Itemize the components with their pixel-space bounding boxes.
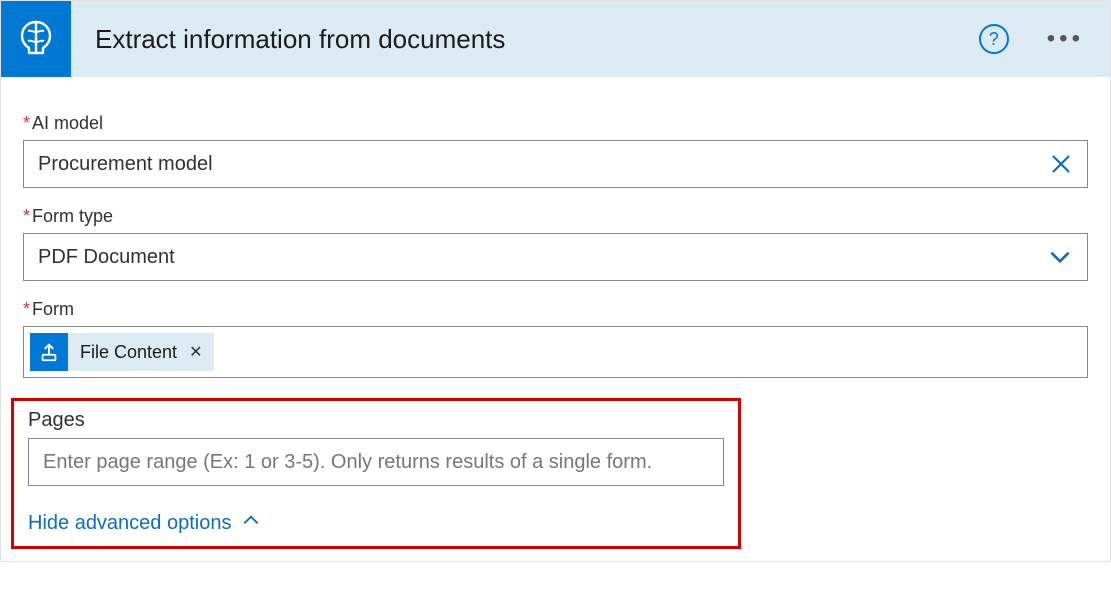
pages-placeholder: Enter page range (Ex: 1 or 3-5). Only re… bbox=[43, 451, 652, 474]
chevron-up-icon bbox=[241, 510, 261, 536]
more-icon[interactable]: ••• bbox=[1047, 25, 1092, 53]
pages-highlight: Pages Enter page range (Ex: 1 or 3-5). O… bbox=[11, 398, 741, 549]
action-card: Extract information from documents ? •••… bbox=[0, 0, 1111, 562]
action-body: *AI model Procurement model *Form type P… bbox=[1, 77, 1110, 561]
pages-input[interactable]: Enter page range (Ex: 1 or 3-5). Only re… bbox=[28, 438, 724, 486]
form-type-value: PDF Document bbox=[38, 246, 1047, 269]
ai-model-label: *AI model bbox=[23, 113, 1088, 134]
file-content-token[interactable]: File Content ✕ bbox=[30, 333, 214, 371]
form-field[interactable]: File Content ✕ bbox=[23, 326, 1088, 378]
chevron-down-icon[interactable] bbox=[1047, 244, 1073, 270]
ai-model-field[interactable]: Procurement model bbox=[23, 140, 1088, 188]
ai-builder-icon bbox=[1, 1, 71, 77]
action-header[interactable]: Extract information from documents ? ••• bbox=[1, 1, 1110, 77]
form-type-field[interactable]: PDF Document bbox=[23, 233, 1088, 281]
pages-label: Pages bbox=[28, 409, 724, 432]
clear-icon[interactable] bbox=[1049, 152, 1073, 176]
hide-advanced-link[interactable]: Hide advanced options bbox=[28, 510, 724, 536]
token-remove-icon[interactable]: ✕ bbox=[189, 342, 202, 362]
ai-model-value: Procurement model bbox=[38, 153, 1049, 176]
form-type-label: *Form type bbox=[23, 206, 1088, 227]
token-label: File Content bbox=[80, 342, 177, 363]
token-icon bbox=[30, 333, 68, 371]
form-label: *Form bbox=[23, 299, 1088, 320]
action-title: Extract information from documents bbox=[85, 24, 965, 55]
help-icon[interactable]: ? bbox=[979, 24, 1009, 54]
